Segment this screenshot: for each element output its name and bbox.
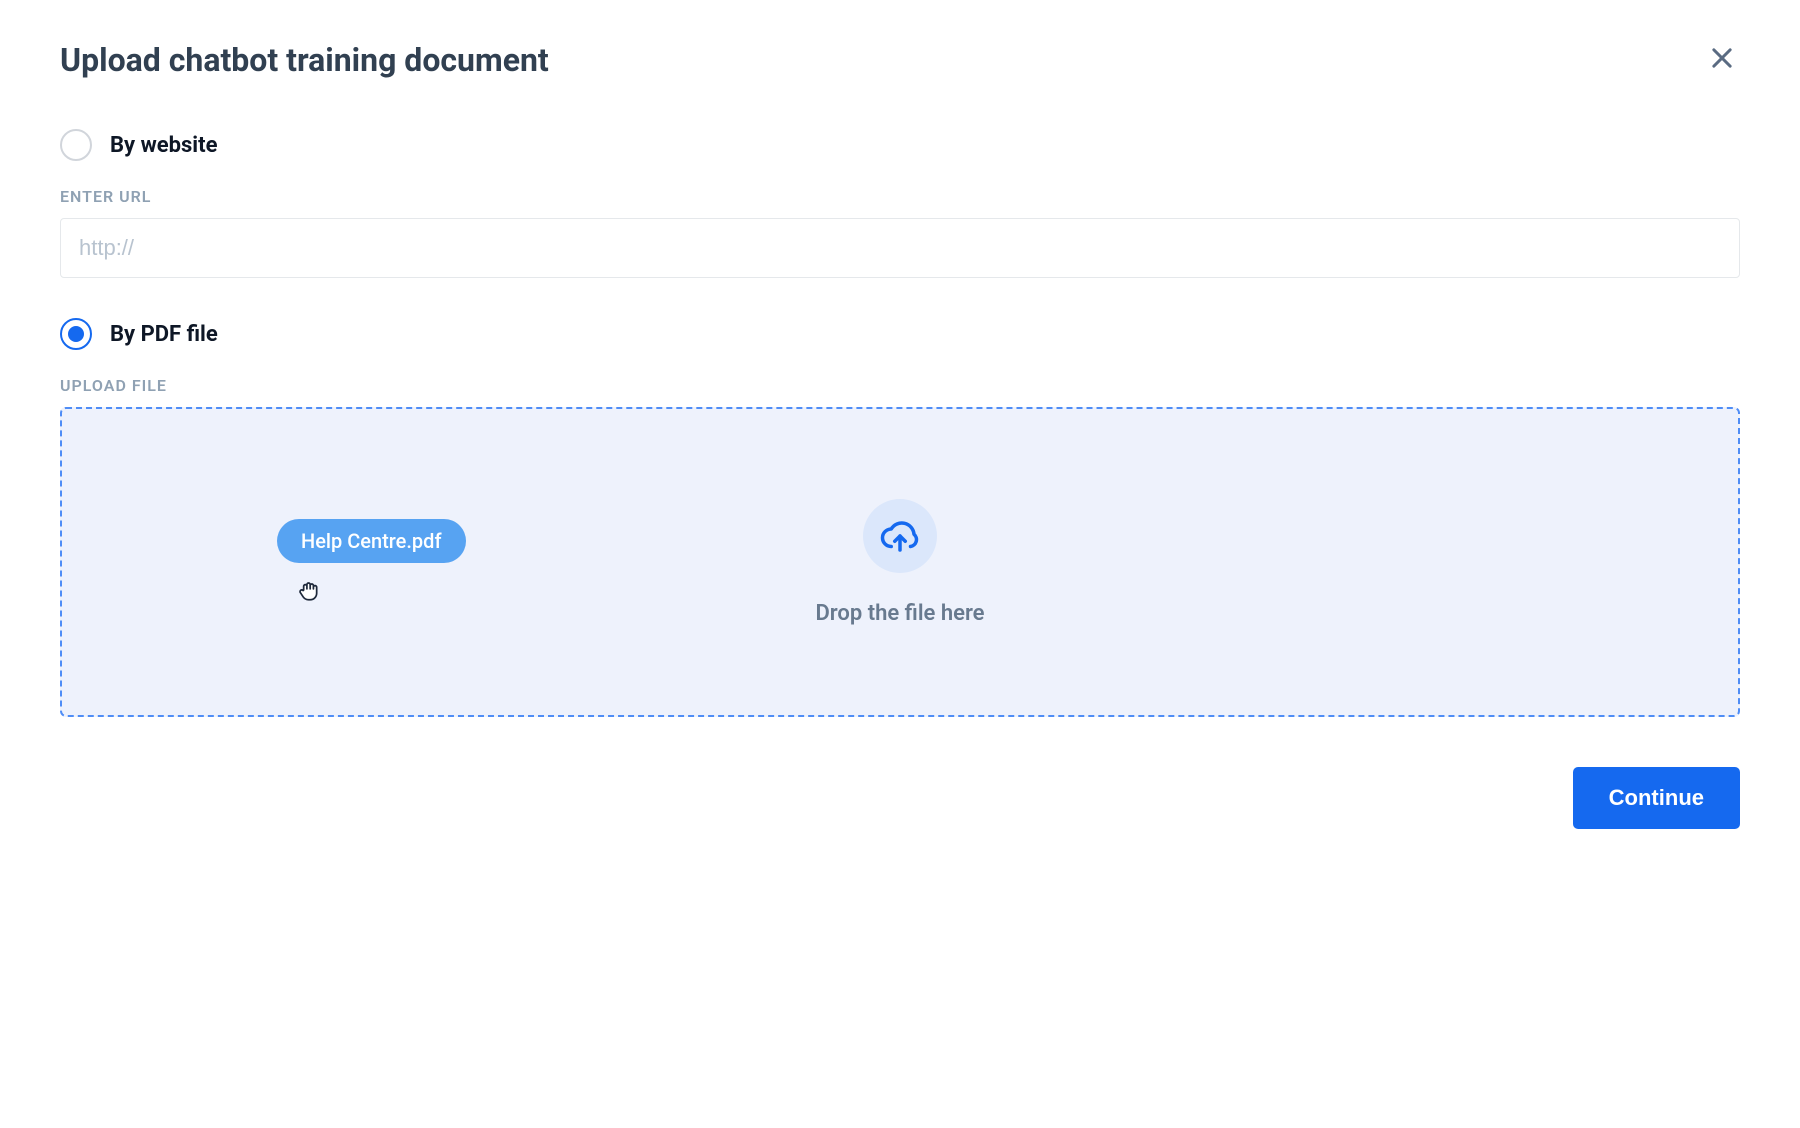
option-by-pdf[interactable]: By PDF file xyxy=(60,318,1740,350)
url-input[interactable] xyxy=(60,218,1740,278)
dropzone-text: Drop the file here xyxy=(815,601,984,626)
dragged-file-chip: Help Centre.pdf xyxy=(277,519,466,563)
grab-cursor-icon xyxy=(295,577,321,607)
close-button[interactable] xyxy=(1704,40,1740,79)
page-title: Upload chatbot training document xyxy=(60,41,549,79)
radio-pdf[interactable] xyxy=(60,318,92,350)
radio-label-website: By website xyxy=(110,133,217,158)
url-section-label: ENTER URL xyxy=(60,187,1740,206)
file-dropzone[interactable]: Help Centre.pdf Drop the file here xyxy=(60,407,1740,717)
upload-section-label: UPLOAD FILE xyxy=(60,376,1740,395)
cloud-upload-icon xyxy=(879,515,921,557)
radio-label-pdf: By PDF file xyxy=(110,322,218,347)
upload-icon-circle xyxy=(863,499,937,573)
option-by-website[interactable]: By website xyxy=(60,129,1740,161)
close-icon xyxy=(1708,44,1736,72)
continue-button[interactable]: Continue xyxy=(1573,767,1740,829)
radio-website[interactable] xyxy=(60,129,92,161)
